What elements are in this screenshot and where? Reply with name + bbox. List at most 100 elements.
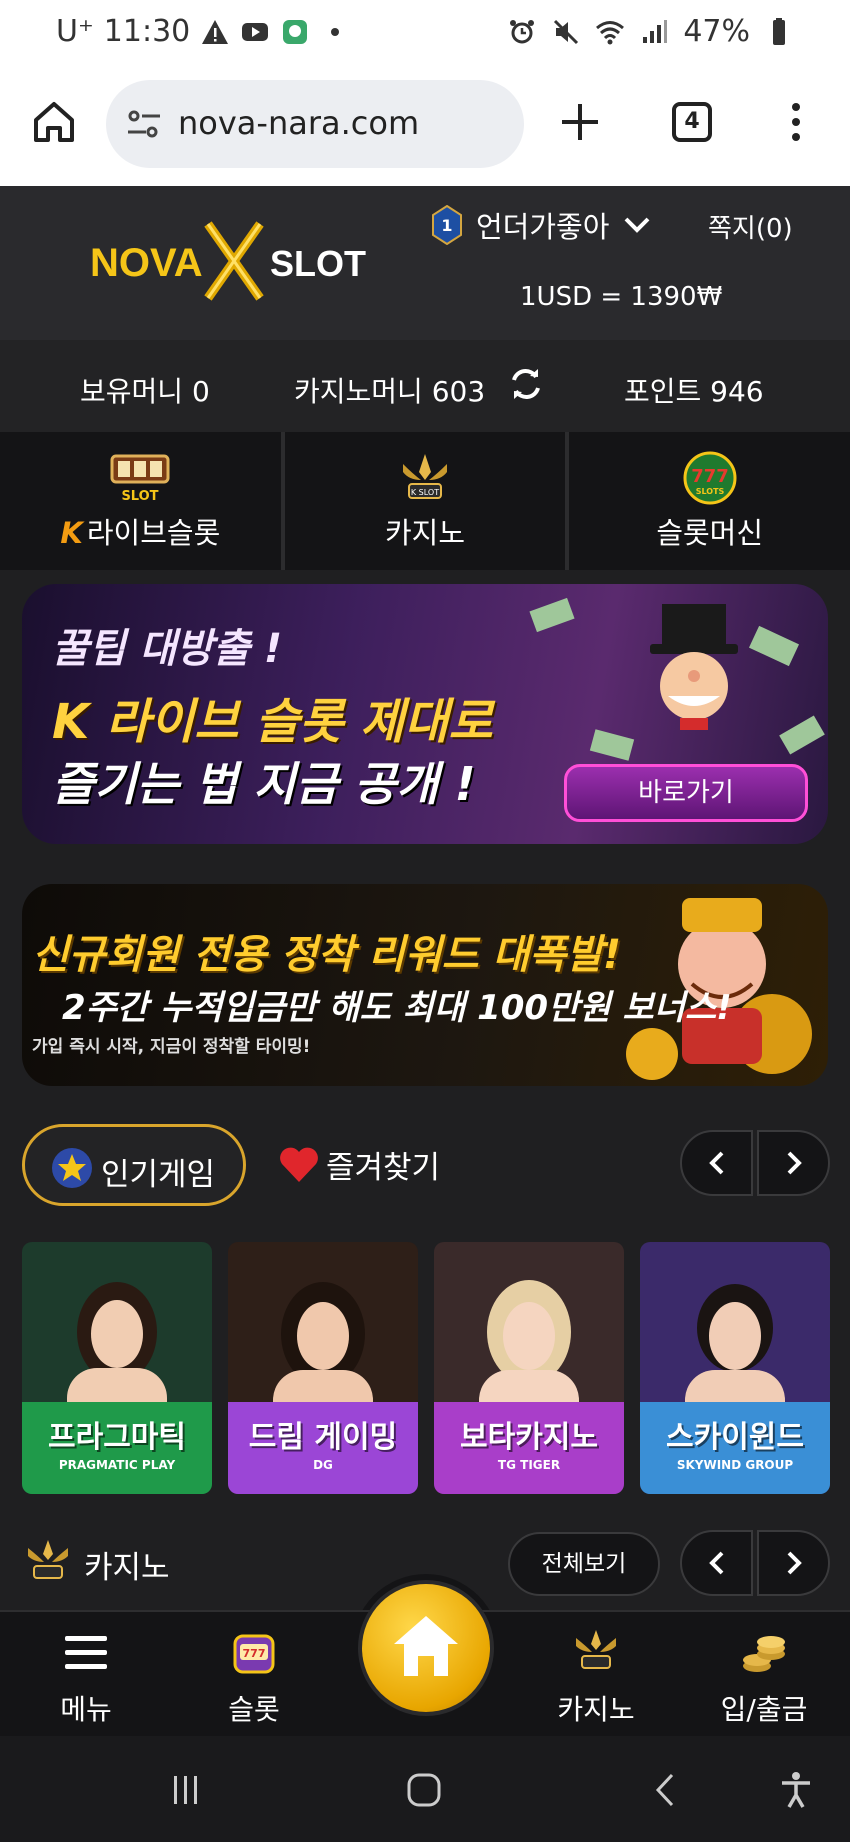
dealer-photo — [228, 1242, 418, 1494]
game-card-brand: DG — [313, 1458, 333, 1472]
game-card-bota-casino[interactable]: 보타카지노 TG TIGER — [434, 1242, 624, 1494]
system-home-icon[interactable] — [404, 1770, 444, 1810]
tab-label: 인기게임 — [101, 1157, 216, 1193]
level-number: 1 — [441, 216, 452, 235]
carrier-label: U⁺ — [56, 14, 94, 49]
signal-icon — [643, 19, 668, 43]
nova-slot-logo[interactable]: NOVA SLOT — [90, 216, 380, 306]
exchange-rate: 1USD = 1390₩ — [520, 282, 723, 312]
app-notification-icon — [283, 19, 308, 44]
casino-crest-icon — [576, 1630, 616, 1669]
game-card-title: 스카이윈드 — [666, 1420, 804, 1455]
more-menu-icon[interactable] — [784, 100, 808, 144]
clock: 11:30 — [103, 14, 191, 49]
promo-banner-tips[interactable]: 꿀팁 대방출 ! K 라이브 슬롯 제대로 즐기는 법 지금 공개 ! 바로가기 — [22, 584, 828, 844]
promo-banner-new-member[interactable]: 신규회원 전용 정착 리워드 대폭발! 2주간 누적입금만 해도 최대 100만… — [22, 884, 828, 1086]
holding-money: 보유머니 0 — [80, 375, 210, 408]
game-card-title: 프라그마틱 — [48, 1420, 186, 1455]
live-slot-icon: SLOT — [110, 454, 170, 504]
coins-icon — [743, 1636, 785, 1672]
battery-icon — [773, 17, 785, 45]
messages-link[interactable]: 쪽지(0) — [708, 208, 793, 245]
banner-headline-1: 꿀팁 대방출 ! — [52, 626, 283, 672]
bottom-nav-deposit[interactable]: 입/출금 — [694, 1628, 834, 1728]
status-bar: U⁺ 11:30 47% — [0, 0, 850, 66]
bottom-nav-slot[interactable]: 777 슬롯 — [184, 1628, 324, 1728]
slot-777-icon: 777SLOTS — [683, 451, 737, 505]
casino-crest-icon: K SLOT — [403, 454, 447, 499]
bottom-nav-menu[interactable]: 메뉴 — [16, 1628, 156, 1728]
banner-headline-1: 신규회원 전용 정착 리워드 대폭발! — [32, 932, 622, 978]
k-logo-mark: K — [60, 516, 83, 550]
casino-crest-icon — [28, 1540, 68, 1579]
category-label: 슬롯머신 — [656, 516, 764, 550]
bottom-nav-label: 입/출금 — [720, 1693, 808, 1726]
warning-icon — [202, 19, 229, 44]
site-settings-icon[interactable] — [126, 108, 162, 140]
hamburger-menu-icon — [65, 1636, 107, 1669]
tab-popular-games[interactable]: 인기게임 — [22, 1124, 246, 1206]
system-back-icon[interactable] — [646, 1770, 686, 1810]
youtube-icon — [242, 22, 269, 41]
carousel-next-button[interactable] — [757, 1130, 830, 1196]
banner-headline-2: 2주간 누적입금만 해도 최대 100만원 보너스! — [62, 988, 732, 1028]
chevron-right-icon — [787, 1551, 802, 1575]
carousel-next-button[interactable] — [757, 1530, 830, 1596]
user-menu[interactable]: 1 언더가좋아 — [432, 204, 651, 246]
category-live-slot[interactable]: SLOT K 라이브슬롯 — [0, 432, 285, 570]
category-casino[interactable]: K SLOT 카지노 — [284, 432, 570, 570]
view-all-button[interactable]: 전체보기 — [508, 1532, 660, 1596]
chevron-down-icon[interactable] — [623, 215, 651, 235]
game-card-brand: PRAGMATIC PLAY — [58, 1458, 176, 1472]
dealer-photo — [434, 1242, 624, 1494]
alarm-icon — [510, 19, 535, 43]
tab-switcher-button[interactable]: 4 — [672, 102, 712, 142]
dealer-photo — [22, 1242, 212, 1494]
url-text[interactable]: nova-nara.com — [178, 104, 419, 142]
carousel-prev-button[interactable] — [680, 1530, 753, 1596]
battery-percent: 47% — [683, 14, 750, 49]
banner-subtext: 가입 즉시 시작, 지금이 정착할 타이밍! — [32, 1037, 311, 1057]
logo-slot-text: SLOT — [270, 243, 366, 284]
game-card-title: 보타카지노 — [460, 1420, 598, 1455]
balance-bar: 보유머니 0 카지노머니 603 포인트 946 — [0, 340, 850, 432]
casino-carousel-nav — [680, 1530, 830, 1596]
new-tab-icon[interactable] — [558, 100, 602, 144]
home-button[interactable] — [362, 1584, 490, 1712]
monopoly-mascot-image — [529, 597, 825, 761]
bottom-nav-label: 슬롯 — [228, 1693, 280, 1726]
game-card-brand: TG TIGER — [497, 1458, 561, 1472]
site-header: NOVA SLOT 1 언더가좋아 쪽지(0) 1USD = 1390₩ — [0, 186, 850, 340]
browser-home-icon[interactable] — [30, 98, 78, 146]
game-card-pragmatic[interactable]: 프라그마틱 PRAGMATIC PLAY — [22, 1242, 212, 1494]
svg-text:K SLOT: K SLOT — [411, 488, 439, 497]
banner-headline-2: K 라이브 슬롯 제대로 — [52, 694, 493, 750]
carousel-prev-button[interactable] — [680, 1130, 753, 1196]
more-notifications-dot-icon — [331, 27, 340, 36]
games-carousel-nav — [680, 1130, 830, 1196]
mute-icon — [554, 19, 579, 44]
chevron-right-icon — [787, 1151, 802, 1175]
accessibility-icon[interactable] — [776, 1770, 816, 1810]
wifi-icon — [596, 20, 625, 44]
popular-games-list: 프라그마틱 PRAGMATIC PLAY 드림 게이밍 DG 보타카지노 TG … — [22, 1242, 850, 1494]
recent-apps-icon[interactable] — [166, 1770, 206, 1810]
banner-headline-3: 즐기는 법 지금 공개 ! — [52, 757, 476, 811]
system-nav-bar — [0, 1736, 850, 1842]
refresh-icon[interactable] — [506, 364, 546, 404]
chevron-left-icon — [708, 1151, 723, 1175]
category-nav: SLOT K 라이브슬롯 K SLOT 카지노 777 SLOTS 슬롯머신 — [0, 432, 850, 570]
game-card-dream-gaming[interactable]: 드림 게이밍 DG — [228, 1242, 418, 1494]
game-card-skywind[interactable]: 스카이윈드 SKYWIND GROUP — [640, 1242, 830, 1494]
section-title-casino: 카지노 — [84, 1550, 170, 1586]
username[interactable]: 언더가좋아 — [476, 204, 609, 246]
bottom-nav-casino[interactable]: 카지노 — [526, 1628, 666, 1728]
browser-toolbar: nova-nara.com 4 — [0, 66, 850, 186]
go-now-button[interactable]: 바로가기 — [564, 764, 808, 822]
logo-nova-text: NOVA — [90, 241, 203, 285]
address-bar[interactable]: nova-nara.com — [106, 80, 524, 168]
slot-machine-icon: 777 — [233, 1634, 275, 1674]
category-slot-machine[interactable]: 777 SLOTS 슬롯머신 — [569, 432, 850, 570]
tab-favorites[interactable]: 즐겨찾기 — [278, 1142, 440, 1187]
status-right: 47% — [507, 14, 794, 49]
